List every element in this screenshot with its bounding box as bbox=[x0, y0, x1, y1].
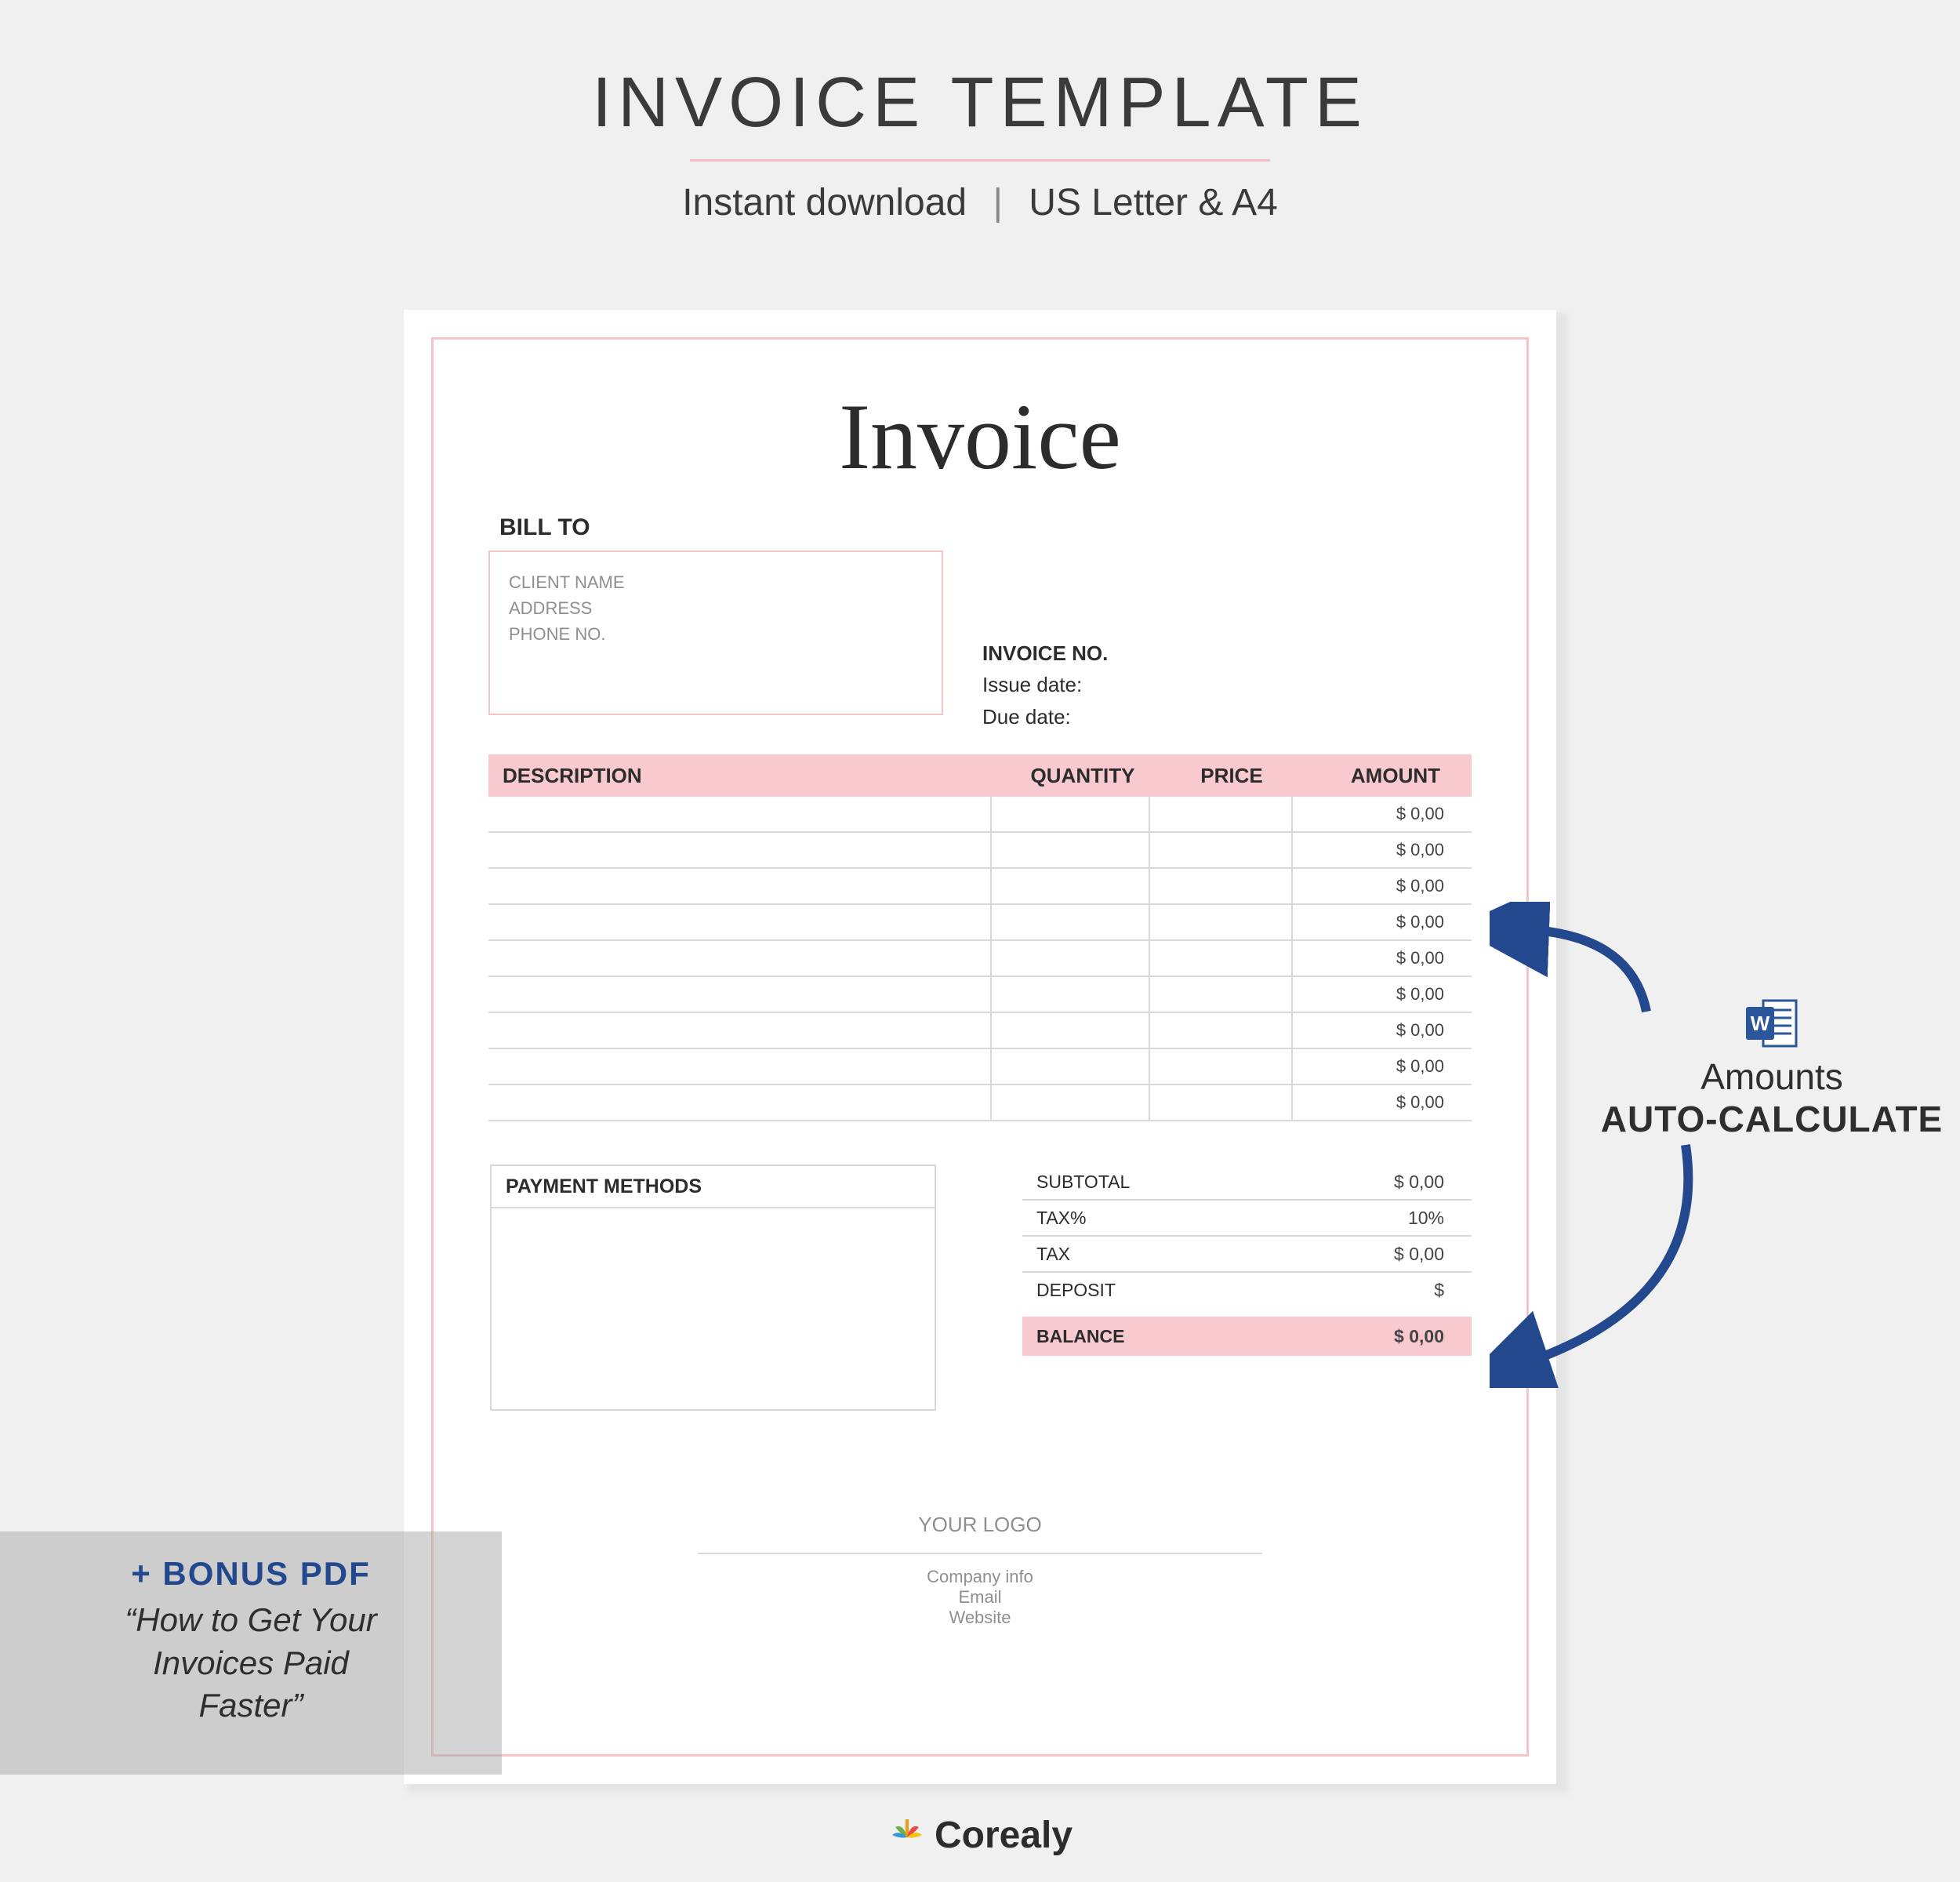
line-items-table: DESCRIPTION QUANTITY PRICE AMOUNT $ 0,00… bbox=[488, 754, 1472, 1121]
bonus-headline: + BONUS PDF bbox=[0, 1555, 502, 1593]
product-subtitle: Instant download | US Letter & A4 bbox=[0, 181, 1960, 224]
subtitle-right: US Letter & A4 bbox=[1029, 182, 1278, 223]
payment-methods-box[interactable]: PAYMENT METHODS bbox=[490, 1164, 936, 1411]
table-body: $ 0,00$ 0,00$ 0,00$ 0,00$ 0,00$ 0,00$ 0,… bbox=[488, 797, 1472, 1121]
invoice-number-label: INVOICE NO. bbox=[982, 638, 1108, 669]
amount-cell: $ 0,00 bbox=[1291, 941, 1472, 976]
bill-to-label: BILL TO bbox=[499, 514, 1472, 541]
totals-summary: SUBTOTAL $ 0,00 TAX% 10% TAX $ 0,00 DEPO… bbox=[1022, 1164, 1472, 1411]
bonus-text: “How to Get Your Invoices Paid Faster” bbox=[0, 1599, 502, 1728]
lower-section: PAYMENT METHODS SUBTOTAL $ 0,00 TAX% 10%… bbox=[488, 1164, 1472, 1411]
invoice-heading: Invoice bbox=[488, 383, 1472, 491]
bonus-callout: + BONUS PDF “How to Get Your Invoices Pa… bbox=[0, 1531, 502, 1775]
table-row[interactable]: $ 0,00 bbox=[488, 905, 1472, 941]
invoice-page: Invoice BILL TO CLIENT NAME ADDRESS PHON… bbox=[404, 310, 1556, 1784]
subtotal-value: $ 0,00 bbox=[1248, 1172, 1472, 1193]
footer-divider bbox=[698, 1553, 1262, 1554]
subtitle-separator: | bbox=[993, 182, 1002, 223]
amount-cell: $ 0,00 bbox=[1291, 869, 1472, 903]
balance-label: BALANCE bbox=[1022, 1326, 1248, 1347]
invoice-page-inner: Invoice BILL TO CLIENT NAME ADDRESS PHON… bbox=[431, 337, 1529, 1757]
table-row[interactable]: $ 0,00 bbox=[488, 869, 1472, 905]
bill-to-box[interactable]: CLIENT NAME ADDRESS PHONE NO. bbox=[488, 550, 943, 715]
col-price: PRICE bbox=[1161, 764, 1302, 788]
footer-email: Email bbox=[488, 1587, 1472, 1608]
brand-name: Corealy bbox=[935, 1814, 1073, 1857]
summary-row-balance: BALANCE $ 0,00 bbox=[1022, 1317, 1472, 1356]
deposit-value: $ bbox=[1248, 1280, 1472, 1301]
balance-value: $ 0,00 bbox=[1248, 1326, 1472, 1347]
brand-logo: Corealy bbox=[887, 1814, 1073, 1857]
col-description: DESCRIPTION bbox=[488, 764, 1004, 788]
autocalc-line1: Amounts bbox=[1592, 1055, 1952, 1098]
payment-methods-label: PAYMENT METHODS bbox=[492, 1166, 935, 1208]
amount-cell: $ 0,00 bbox=[1291, 797, 1472, 831]
svg-text:W: W bbox=[1751, 1012, 1770, 1035]
deposit-label: DEPOSIT bbox=[1022, 1280, 1248, 1301]
bill-to-line: PHONE NO. bbox=[509, 621, 923, 647]
summary-row-subtotal: SUBTOTAL $ 0,00 bbox=[1022, 1164, 1472, 1201]
bill-to-line: CLIENT NAME bbox=[509, 569, 923, 595]
bill-to-line: ADDRESS bbox=[509, 595, 923, 621]
subtotal-label: SUBTOTAL bbox=[1022, 1172, 1248, 1193]
summary-row-tax: TAX $ 0,00 bbox=[1022, 1237, 1472, 1273]
due-date-label: Due date: bbox=[982, 701, 1108, 732]
title-divider bbox=[690, 159, 1270, 162]
col-amount: AMOUNT bbox=[1302, 764, 1472, 788]
table-row[interactable]: $ 0,00 bbox=[488, 941, 1472, 977]
tax-label: TAX bbox=[1022, 1244, 1248, 1265]
invoice-footer: YOUR LOGO Company info Email Website bbox=[488, 1513, 1472, 1628]
summary-row-deposit: DEPOSIT $ bbox=[1022, 1273, 1472, 1307]
subtitle-left: Instant download bbox=[682, 182, 967, 223]
autocalc-line2: AUTO-CALCULATE bbox=[1592, 1098, 1952, 1140]
amount-cell: $ 0,00 bbox=[1291, 1049, 1472, 1084]
amount-cell: $ 0,00 bbox=[1291, 1013, 1472, 1048]
table-row[interactable]: $ 0,00 bbox=[488, 797, 1472, 833]
taxpct-label: TAX% bbox=[1022, 1208, 1248, 1229]
your-logo-placeholder: YOUR LOGO bbox=[488, 1513, 1472, 1537]
amount-cell: $ 0,00 bbox=[1291, 905, 1472, 939]
table-header: DESCRIPTION QUANTITY PRICE AMOUNT bbox=[488, 754, 1472, 797]
table-row[interactable]: $ 0,00 bbox=[488, 977, 1472, 1013]
taxpct-value: 10% bbox=[1248, 1208, 1472, 1229]
issue-date-label: Issue date: bbox=[982, 669, 1108, 700]
table-row[interactable]: $ 0,00 bbox=[488, 1049, 1472, 1085]
product-title: INVOICE TEMPLATE bbox=[0, 63, 1960, 144]
amount-cell: $ 0,00 bbox=[1291, 833, 1472, 867]
leaf-icon bbox=[887, 1815, 927, 1855]
col-quantity: QUANTITY bbox=[1004, 764, 1161, 788]
footer-website: Website bbox=[488, 1608, 1472, 1628]
invoice-meta: INVOICE NO. Issue date: Due date: bbox=[982, 638, 1108, 732]
tax-value: $ 0,00 bbox=[1248, 1244, 1472, 1265]
table-row[interactable]: $ 0,00 bbox=[488, 1013, 1472, 1049]
word-icon: W bbox=[1744, 996, 1799, 1051]
table-row[interactable]: $ 0,00 bbox=[488, 833, 1472, 869]
footer-company: Company info bbox=[488, 1567, 1472, 1587]
amount-cell: $ 0,00 bbox=[1291, 1085, 1472, 1120]
autocalc-callout: W Amounts AUTO-CALCULATE bbox=[1592, 996, 1952, 1140]
table-row[interactable]: $ 0,00 bbox=[488, 1085, 1472, 1121]
product-header: INVOICE TEMPLATE Instant download | US L… bbox=[0, 63, 1960, 224]
summary-row-taxpct: TAX% 10% bbox=[1022, 1201, 1472, 1237]
amount-cell: $ 0,00 bbox=[1291, 977, 1472, 1012]
brand-footer: Corealy bbox=[0, 1814, 1960, 1859]
